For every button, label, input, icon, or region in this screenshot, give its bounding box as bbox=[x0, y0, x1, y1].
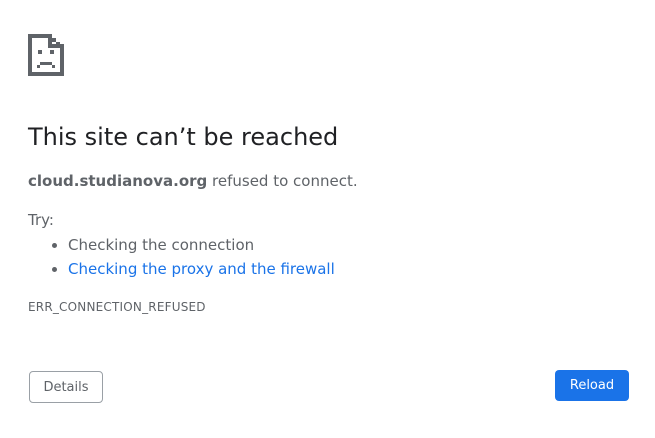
suggestion-list: Checking the connection Checking the pro… bbox=[28, 233, 335, 281]
suggestion-item: Checking the proxy and the firewall bbox=[68, 257, 335, 281]
error-message: refused to connect. bbox=[207, 172, 358, 190]
suggestion-check-connection: Checking the connection bbox=[68, 236, 255, 254]
error-page: This site can’t be reached cloud.studian… bbox=[0, 0, 655, 438]
host-name: cloud.studianova.org bbox=[28, 172, 208, 190]
sad-document-icon bbox=[28, 34, 64, 76]
reload-button[interactable]: Reload bbox=[555, 370, 629, 401]
page-title: This site can’t be reached bbox=[28, 123, 339, 151]
details-button[interactable]: Details bbox=[29, 371, 103, 403]
try-label: Try: bbox=[28, 211, 54, 229]
suggestion-proxy-firewall-link[interactable]: Checking the proxy and the firewall bbox=[68, 260, 335, 278]
error-code: ERR_CONNECTION_REFUSED bbox=[28, 300, 206, 314]
error-summary: cloud.studianova.org refused to connect. bbox=[28, 171, 358, 191]
suggestion-item: Checking the connection bbox=[68, 233, 335, 257]
